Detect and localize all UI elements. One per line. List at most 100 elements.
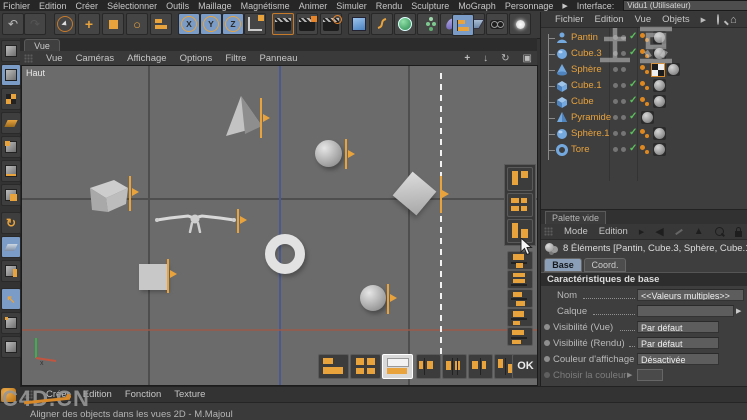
layer-field[interactable]: [637, 305, 734, 317]
normal-move-icon[interactable]: [1, 260, 21, 282]
interface-layout-select[interactable]: Vidu1 (Utilisateur): [623, 0, 747, 11]
polygons-mode-icon[interactable]: [1, 184, 21, 206]
menu-outils[interactable]: Outils: [166, 1, 189, 11]
keyframe-dot-icon[interactable]: [544, 324, 550, 330]
sphere-object-2[interactable]: [360, 285, 386, 311]
enabled-check-icon[interactable]: [629, 95, 637, 106]
lock-icon[interactable]: [734, 226, 742, 237]
tab-base[interactable]: Base: [544, 258, 582, 272]
menu-fichier[interactable]: Fichier: [3, 1, 30, 11]
edges-mode-icon[interactable]: [1, 160, 21, 182]
align-option-2-button[interactable]: [507, 270, 533, 289]
align-axis-x-button[interactable]: [318, 354, 349, 379]
enabled-check-icon[interactable]: [629, 79, 637, 90]
torus-object[interactable]: [265, 234, 305, 274]
distribute-center-button[interactable]: [442, 354, 467, 379]
align-option-3-button[interactable]: [507, 289, 533, 308]
enable-axis-icon[interactable]: ↻: [1, 212, 21, 234]
add-subdivision-surface-icon[interactable]: [394, 13, 416, 35]
lock-z-axis-icon[interactable]: Z: [222, 13, 244, 35]
menu-creer[interactable]: Créer: [76, 1, 99, 11]
menu-animer[interactable]: Animer: [299, 1, 328, 11]
visibility-view-select[interactable]: Par défaut: [637, 321, 719, 333]
tab-coord[interactable]: Coord.: [584, 258, 626, 272]
history-back-icon[interactable]: ◀: [655, 225, 663, 238]
vp-menu-panneau[interactable]: Panneau: [259, 53, 297, 64]
vp-menu-vue[interactable]: Vue: [46, 53, 63, 64]
cube-object-right[interactable]: [392, 171, 437, 216]
add-light-icon[interactable]: [509, 13, 531, 35]
home-icon[interactable]: ⌂: [730, 14, 737, 26]
material-tag-icon[interactable]: [653, 127, 666, 140]
layer-picker-arrow-icon[interactable]: ▶: [736, 307, 741, 315]
history-forward-icon[interactable]: [674, 228, 683, 235]
mat-menu-fonction[interactable]: Fonction: [125, 389, 161, 400]
menu-personnage[interactable]: Personnage: [505, 1, 554, 11]
add-modeling-object-icon[interactable]: [417, 13, 439, 35]
add-spline-icon[interactable]: [371, 13, 393, 35]
visibility-render-select[interactable]: Par défaut: [637, 337, 719, 349]
align-axis-z-button-active[interactable]: [382, 354, 413, 379]
menu-selectionner[interactable]: Sélectionner: [107, 1, 157, 11]
menu-rendu[interactable]: Rendu: [376, 1, 403, 11]
pan-view-icon[interactable]: +: [464, 53, 470, 64]
name-field[interactable]: <<Valeurs multiples>>: [637, 289, 744, 301]
object-row-sphere1[interactable]: Sphère.1: [541, 126, 747, 142]
lock-x-axis-icon[interactable]: X: [178, 13, 200, 35]
last-tool-icon[interactable]: [150, 13, 172, 35]
align-option-5-button[interactable]: [507, 327, 533, 346]
menu-edition[interactable]: Edition: [39, 1, 67, 11]
axis-lock-icon[interactable]: [1, 336, 21, 358]
chevron-right-icon[interactable]: ▶: [639, 228, 644, 236]
align-axis-y-button[interactable]: [350, 354, 381, 379]
add-camera-icon[interactable]: [486, 13, 508, 35]
distribute-right-button[interactable]: [468, 354, 493, 379]
object-row-tore[interactable]: Tore: [541, 142, 747, 158]
enabled-check-icon[interactable]: [629, 111, 637, 122]
scale-tool-icon[interactable]: [102, 13, 124, 35]
distribute-left-button[interactable]: [416, 354, 441, 379]
object-row-cube[interactable]: Cube: [541, 94, 747, 110]
align-mode-1-button[interactable]: [507, 167, 533, 191]
menu-maillage[interactable]: Maillage: [198, 1, 232, 11]
edit-render-settings-icon[interactable]: [320, 13, 342, 35]
vp-menu-filtre[interactable]: Filtre: [225, 53, 246, 64]
enabled-check-icon[interactable]: [629, 143, 637, 154]
move-tool-icon[interactable]: +: [78, 13, 100, 35]
make-editable-icon[interactable]: [1, 40, 21, 62]
snap-icon[interactable]: ↖: [1, 288, 21, 310]
workplane-icon[interactable]: [1, 236, 21, 258]
am-menu-edition[interactable]: Edition: [599, 226, 628, 237]
palette-vide-tab[interactable]: Palette vide: [545, 211, 607, 225]
grip-icon[interactable]: [24, 53, 33, 63]
toggle-view-icon[interactable]: ▣: [523, 53, 532, 64]
material-tag-icon[interactable]: [653, 95, 666, 108]
menu-mograph[interactable]: MoGraph: [458, 1, 496, 11]
figure-object-pantin[interactable]: [154, 207, 242, 233]
search-icon[interactable]: [714, 227, 724, 236]
vp-menu-affichage[interactable]: Affichage: [127, 53, 166, 64]
render-picture-viewer-icon[interactable]: [296, 13, 318, 35]
section-header[interactable]: Caractéristiques de base: [541, 272, 747, 286]
layer-tag-icon[interactable]: [640, 145, 645, 150]
mat-menu-texture[interactable]: Texture: [174, 389, 205, 400]
lock-y-axis-icon[interactable]: Y: [200, 13, 222, 35]
live-selection-icon[interactable]: [54, 13, 76, 35]
align-tool-active-icon[interactable]: [452, 14, 474, 36]
enabled-check-icon[interactable]: [629, 127, 637, 138]
display-color-select[interactable]: Désactivée: [637, 353, 719, 365]
cube-object-left[interactable]: [88, 176, 132, 214]
sphere-object[interactable]: [315, 140, 342, 167]
zoom-view-icon[interactable]: ↓: [483, 53, 488, 64]
texture-mode-icon[interactable]: [1, 88, 21, 110]
add-primitive-icon[interactable]: [348, 13, 370, 35]
workplane-mode-icon[interactable]: [1, 112, 21, 134]
viewport-canvas[interactable]: Haut x OK: [21, 65, 538, 386]
material-tag-icon[interactable]: [641, 111, 654, 124]
am-menu-mode[interactable]: Mode: [564, 226, 588, 237]
ok-button[interactable]: OK: [512, 354, 537, 379]
coordinate-system-icon[interactable]: [244, 13, 266, 35]
chevron-right-icon[interactable]: ▶: [701, 16, 706, 24]
rotate-tool-icon[interactable]: ○: [126, 13, 148, 35]
menu-magnetisme[interactable]: Magnétisme: [241, 1, 290, 11]
